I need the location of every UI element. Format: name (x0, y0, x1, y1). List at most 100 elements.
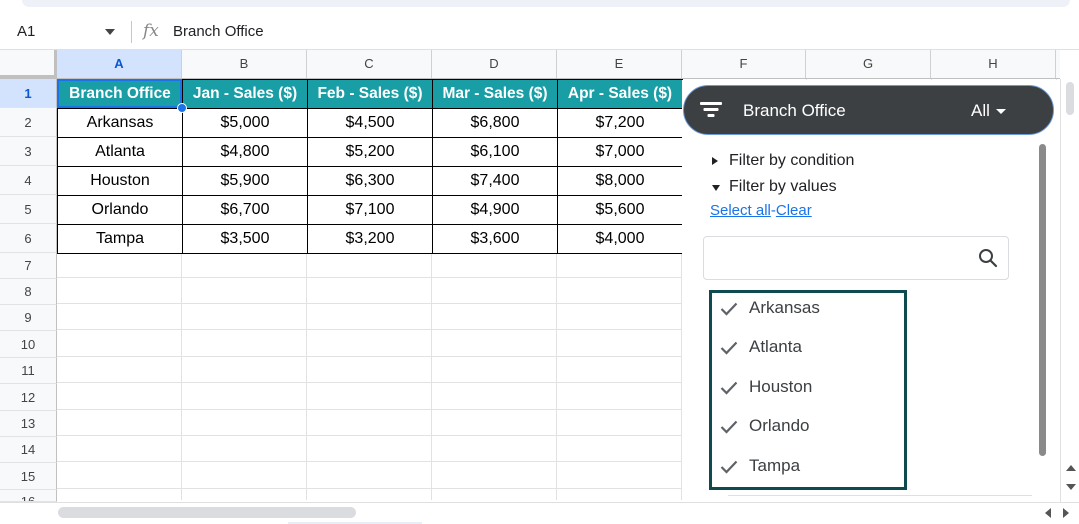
table-cell[interactable]: Arkansas (57, 108, 183, 138)
filter-status-dropdown[interactable]: All (971, 101, 990, 121)
filter-value-label: Arkansas (749, 298, 820, 317)
filter-header[interactable]: Branch Office All (683, 85, 1054, 135)
table-cell[interactable]: $5,200 (307, 137, 433, 167)
table-cell[interactable]: Orlando (57, 195, 183, 225)
table-cell[interactable]: $8,000 (557, 166, 683, 196)
row-header-11[interactable]: 11 (0, 358, 57, 384)
table-cell[interactable]: $3,200 (307, 224, 433, 254)
row-header-9[interactable]: 9 (0, 305, 57, 331)
table-cell[interactable]: $4,900 (432, 195, 558, 225)
row-header-15[interactable]: 15 (0, 463, 57, 490)
column-header-e[interactable]: E (557, 50, 682, 78)
filter-value-label: Tampa (749, 456, 801, 475)
table-row: Arkansas $5,000 $4,500 $6,800 $7,200 (57, 108, 683, 138)
table-cell[interactable]: $3,600 (432, 224, 558, 254)
vertical-scrollbar[interactable] (1060, 79, 1079, 504)
table-header-cell[interactable]: Jan - Sales ($) (182, 79, 308, 109)
table-cell[interactable]: $6,100 (432, 137, 558, 167)
column-header-g[interactable]: G (806, 50, 931, 78)
select-links: Select all-Clear (710, 202, 812, 219)
filter-search-input[interactable] (703, 236, 1009, 280)
table-header-cell[interactable]: Branch Office (57, 79, 183, 109)
filter-icon (700, 102, 722, 118)
scroll-right-icon[interactable] (1063, 508, 1069, 518)
table-cell[interactable]: $3,500 (182, 224, 308, 254)
table-row: Atlanta $4,800 $5,200 $6,100 $7,000 (57, 137, 683, 167)
row-header-4[interactable]: 4 (0, 166, 57, 195)
column-header-h[interactable]: H (931, 50, 1056, 78)
clear-link[interactable]: Clear (776, 202, 812, 219)
table-cell[interactable]: $7,100 (307, 195, 433, 225)
fill-handle[interactable] (177, 103, 187, 113)
check-icon (720, 460, 738, 474)
row-header-8[interactable]: 8 (0, 279, 57, 305)
table-cell[interactable]: Atlanta (57, 137, 183, 167)
filter-value-label: Orlando (749, 416, 810, 435)
search-icon[interactable] (978, 248, 998, 268)
table-header-cell[interactable]: Apr - Sales ($) (557, 79, 683, 109)
vertical-scroll-thumb[interactable] (1066, 82, 1074, 115)
row-header-1[interactable]: 1 (0, 79, 57, 108)
row-header-12[interactable]: 12 (0, 384, 57, 411)
table-cell[interactable]: Houston (57, 166, 183, 196)
row-header-6[interactable]: 6 (0, 224, 57, 253)
horizontal-scroll-thumb[interactable] (58, 507, 356, 518)
table-header-row: Branch Office Jan - Sales ($) Feb - Sale… (57, 79, 683, 109)
horizontal-scrollbar[interactable] (0, 502, 1079, 524)
scroll-down-icon[interactable] (1066, 484, 1076, 490)
row-header-3[interactable]: 3 (0, 137, 57, 166)
table-header-cell[interactable]: Feb - Sales ($) (307, 79, 433, 109)
row-header-13[interactable]: 13 (0, 411, 57, 437)
table-cell[interactable]: $6,800 (432, 108, 558, 138)
filter-column-title: Branch Office (743, 101, 846, 120)
formula-divider (131, 21, 132, 43)
check-icon (720, 381, 738, 395)
filter-value-label: Houston (749, 377, 813, 396)
filter-values-list: Arkansas Atlanta Houston Orlando Tampa (709, 290, 907, 490)
column-header-f[interactable]: F (682, 50, 806, 78)
column-header-b[interactable]: B (182, 50, 307, 78)
table-cell[interactable]: $5,600 (557, 195, 683, 225)
column-header-row: A B C D E F G H (0, 50, 1060, 79)
row-header-5[interactable]: 5 (0, 195, 57, 224)
row-header-16[interactable]: 16 (0, 490, 57, 502)
fx-icon: fx (143, 21, 159, 41)
panel-divider (728, 495, 1032, 496)
filter-panel: Branch Office All Filter by condition Fi… (682, 80, 1060, 500)
table-cell[interactable]: $5,900 (182, 166, 308, 196)
sales-table: Branch Office Jan - Sales ($) Feb - Sale… (57, 79, 683, 254)
table-cell[interactable]: $7,200 (557, 108, 683, 138)
table-cell[interactable]: $4,500 (307, 108, 433, 138)
table-cell[interactable]: $6,700 (182, 195, 308, 225)
table-cell[interactable]: $6,300 (307, 166, 433, 196)
select-all-corner[interactable] (0, 50, 57, 78)
scroll-up-icon[interactable] (1066, 465, 1076, 471)
row-header-10[interactable]: 10 (0, 331, 57, 358)
top-strip-pill (22, 0, 1070, 7)
column-header-d[interactable]: D (432, 50, 557, 78)
table-row: Orlando $6,700 $7,100 $4,900 $5,600 (57, 195, 683, 225)
table-cell[interactable]: $7,000 (557, 137, 683, 167)
table-cell[interactable]: Tampa (57, 224, 183, 254)
chevron-down-icon[interactable] (105, 29, 115, 35)
caret-down-icon (712, 185, 720, 191)
row-header-14[interactable]: 14 (0, 437, 57, 463)
table-cell[interactable]: $4,000 (557, 224, 683, 254)
formula-bar: A1 fx Branch Office (0, 14, 1079, 50)
scroll-left-icon[interactable] (1045, 508, 1051, 518)
row-header-7[interactable]: 7 (0, 253, 57, 279)
table-cell[interactable]: $7,400 (432, 166, 558, 196)
select-all-link[interactable]: Select all (710, 202, 771, 219)
name-box[interactable]: A1 (17, 23, 35, 40)
filter-by-values-label: Filter by values (729, 178, 837, 195)
table-cell[interactable]: $4,800 (182, 137, 308, 167)
formula-input[interactable]: Branch Office (173, 23, 264, 40)
row-header-2[interactable]: 2 (0, 108, 57, 137)
chevron-down-icon[interactable] (996, 109, 1006, 114)
column-header-a[interactable]: A (57, 50, 182, 78)
filter-panel-scrollbar[interactable] (1039, 144, 1046, 456)
table-header-cell[interactable]: Mar - Sales ($) (432, 79, 558, 109)
filter-by-condition-label: Filter by condition (729, 152, 855, 169)
column-header-c[interactable]: C (307, 50, 432, 78)
table-cell[interactable]: $5,000 (182, 108, 308, 138)
